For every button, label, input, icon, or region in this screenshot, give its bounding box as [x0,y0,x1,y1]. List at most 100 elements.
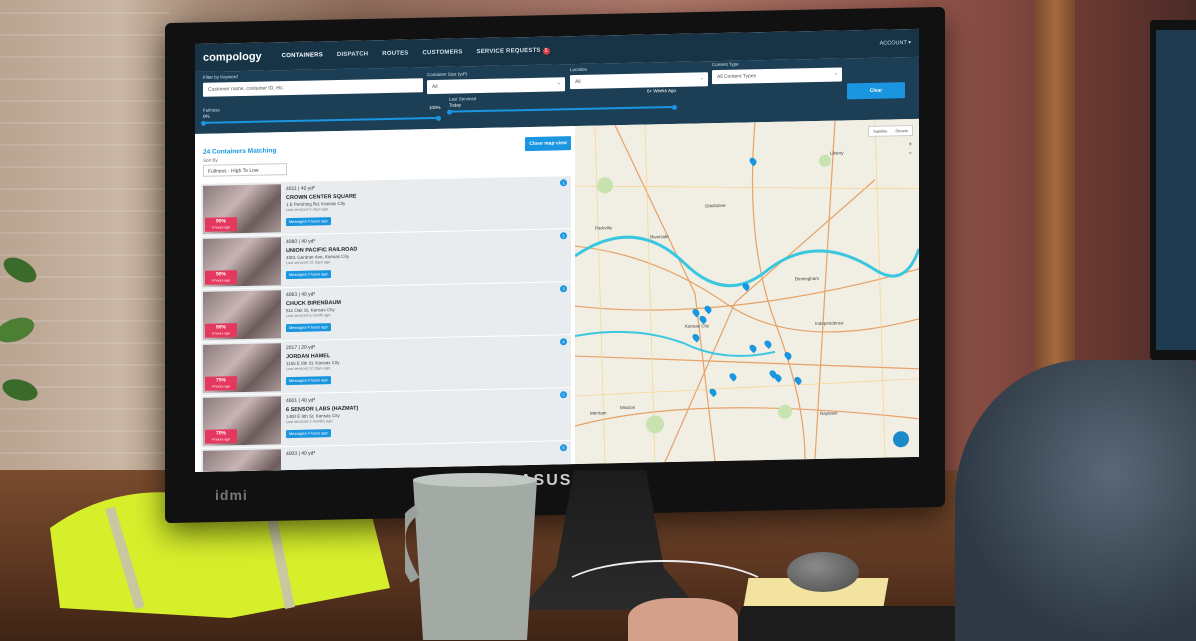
map-place-label: Raytown [820,410,838,416]
container-card[interactable]: 90% 4 hours ago 4011 | 40 yd³ CROWN CENTER … [201,176,571,236]
last-serviced: Last serviced 15 days ago [286,260,331,266]
nav-service-requests-label: SERVICE REQUESTS [476,47,541,55]
fullness-badge: 80% 4 hours ago [205,323,237,338]
messaged-badge: Messaged 4 hours ago [286,376,331,386]
size-label: Container Size (yd³) [427,71,468,78]
chevron-down-icon: ⌄ [699,75,704,82]
container-photo: 80% 4 hours ago [203,290,281,340]
fullness-max: 100% [429,104,441,111]
zoom-controls[interactable]: + − [908,141,912,159]
fullness-time: 4 hours ago [211,384,231,389]
last-serviced: Last serviced a month ago [286,313,331,319]
container-id-size: 2017 | 20 yd³ [286,344,316,352]
map-place-label: Birmingham [795,275,820,282]
customer-name: CHUCK BIRENBAUM [286,299,341,308]
keyword-input[interactable]: Customer name, container ID, etc. [203,78,423,97]
container-card[interactable]: 90% 4 hours ago 4080 | 40 yd³ UNION PACIFIC… [201,229,571,289]
map-panel[interactable]: Satellite Streets + − Liberty Gladstone In… [575,118,919,465]
chevron-down-icon: ⌄ [833,70,838,77]
fullness-time: 4 hours ago [211,437,231,442]
messaged-badge: Messaged 4 hours ago [286,323,331,333]
fullness-badge: 90% 4 hours ago [205,270,237,285]
hand [628,598,738,641]
map-place-label: Riverside [650,234,669,240]
size-value: All [432,83,438,91]
marker-number: 2 [560,232,567,240]
last-serviced-label: Last Serviced [449,96,477,102]
size-select[interactable]: All ⌄ [427,77,565,95]
container-photo: 90% 4 hours ago [203,237,281,287]
nav-service-requests[interactable]: SERVICE REQUESTS 1 [477,47,550,56]
last-serviced-slider[interactable] [447,104,677,115]
vest-logo: idmi [215,487,248,503]
customer-address: 1 E Pershing Rd, Kansas City [286,200,346,208]
zoom-out-icon[interactable]: − [908,150,912,159]
nav-containers[interactable]: CONTAINERS [282,52,323,59]
sort-label: Sort By [203,157,218,163]
results-count: 24 Containers Matching [203,147,277,156]
fullness-badge: 70% 4 hours ago [205,429,237,444]
monitor-screen: compology CONTAINERS DISPATCH ROUTES CUS… [195,28,919,473]
nav-dispatch[interactable]: DISPATCH [337,51,368,58]
customer-name: 6 SENSOR LABS (HAZMAT) [286,405,359,414]
container-id-size: 4011 | 40 yd³ [286,185,315,193]
person-shoulder [955,360,1196,641]
container-photo: 75% 4 hours ago [203,343,281,393]
map-type-toggle[interactable]: Satellite Streets [868,124,913,137]
container-id-size: 4080 | 40 yd³ [286,238,316,246]
container-id-size: 4003 | 40 yd³ [286,450,316,458]
fullness-max-handle[interactable] [436,115,441,121]
customer-address: 511 Oak St, Kansas City [286,307,335,314]
close-map-view-button[interactable]: Close map view [525,136,571,152]
map-place-label: Kansas City [685,323,710,329]
map-place-label: Merriam [590,410,607,416]
messaged-badge: Messaged 4 hours ago [286,429,331,439]
content-value: All Content Types [717,73,757,81]
container-card[interactable]: 70% 4 hours ago 4001 | 40 yd³ 6 SENSOR LABS… [201,388,571,448]
last-serviced-max-handle[interactable] [672,104,677,110]
marker-number: 6 [560,444,567,452]
nav-routes[interactable]: ROUTES [382,51,408,58]
container-list-panel: 24 Containers Matching Sort By Fullness … [195,126,575,473]
streets-button[interactable]: Streets [891,126,912,135]
container-id-size: 4001 | 40 yd³ [286,397,316,405]
last-serviced: Last serviced 2 months ago [286,419,333,425]
fullness-min: 0% [203,113,210,119]
fullness-time: 4 hours ago [211,331,231,336]
map-place-label: Independence [815,320,844,327]
content-select[interactable]: All Content Types ⌄ [712,67,842,85]
location-label: Location [570,66,588,73]
customer-address: 4801 Gardner Ave, Kansas City [286,253,349,261]
map-place-label: Mission [620,404,636,411]
location-select[interactable]: All ⌄ [570,72,708,90]
marker-number: 5 [560,391,567,399]
last-serviced-min: Today [449,102,462,108]
fullness-time: 4 hours ago [211,278,231,283]
zoom-in-icon[interactable]: + [908,141,912,150]
sort-select[interactable]: Fullness - High To Low [203,163,287,177]
stone [787,552,859,592]
map-place-label: Parkville [595,225,613,231]
last-serviced: Last serviced 5 days ago [286,207,329,213]
marker-number: 4 [560,338,567,346]
map-place-label: Gladstone [705,202,726,209]
container-card[interactable]: 75% 4 hours ago 2017 | 20 yd³ JORDAN HAMEL 1… [201,335,571,395]
fullness-badge: 90% 4 hours ago [205,217,237,232]
coffee-mug [405,473,537,640]
content-label: Content Type [712,61,739,68]
app-logo[interactable]: compology [203,51,262,64]
nav-customers[interactable]: CUSTOMERS [423,49,463,56]
fullness-min-handle[interactable] [201,120,206,126]
map-roads [575,119,919,464]
fullness-slider[interactable] [201,115,441,126]
account-menu[interactable]: ACCOUNT ▾ [880,40,911,47]
satellite-button[interactable]: Satellite [869,126,891,135]
keyword-label: Filter by Keyword [203,74,238,80]
last-serviced-min-handle[interactable] [447,109,452,115]
plant [0,257,38,401]
container-photo: 70% 4 hours ago [203,396,281,446]
fullness-label: Fullness [203,107,220,113]
main-area: 24 Containers Matching Sort By Fullness … [195,118,919,473]
clear-button[interactable]: Clear [847,82,905,100]
container-card[interactable]: 80% 4 hours ago 4063 | 40 yd³ CHUCK BIRENBA… [201,282,571,342]
